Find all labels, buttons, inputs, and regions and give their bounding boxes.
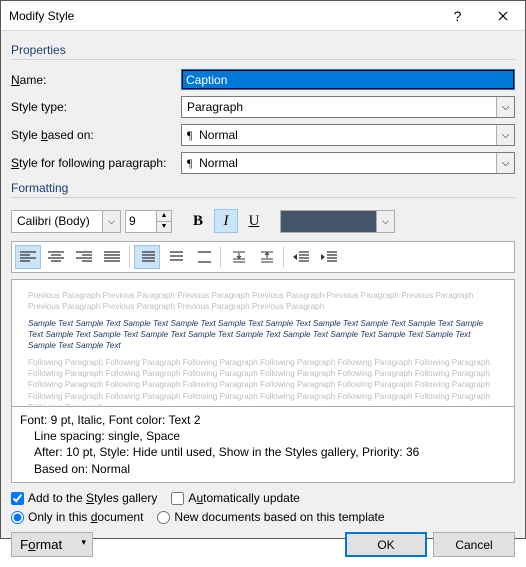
preview-sample: Sample Text Sample Text Sample Text Samp… — [28, 318, 498, 351]
paragraph-toolbar — [11, 241, 515, 273]
window-title: Modify Style — [9, 9, 435, 23]
name-label: Name: — [11, 73, 181, 87]
space-before-inc-icon — [230, 250, 246, 264]
desc-line: After: 10 pt, Style: Hide until used, Sh… — [20, 444, 506, 460]
font-size-spinner[interactable]: ▲▼ — [156, 210, 172, 233]
auto-update-checkbox[interactable]: Automatically update — [171, 491, 299, 505]
align-justify-icon — [104, 251, 120, 263]
desc-line: Line spacing: single, Space — [20, 428, 506, 444]
following-value: ¶ Normal — [182, 156, 496, 171]
name-input[interactable] — [181, 69, 515, 90]
new-template-input[interactable] — [157, 511, 170, 524]
cancel-button[interactable]: Cancel — [433, 532, 515, 557]
separator — [129, 246, 130, 268]
increase-indent-button[interactable] — [316, 245, 342, 269]
close-button[interactable] — [480, 1, 525, 31]
spin-down-icon[interactable]: ▼ — [157, 222, 171, 232]
modify-style-dialog: Modify Style ? Properties Name: Style ty… — [0, 0, 526, 539]
font-family-value: Calibri (Body) — [12, 214, 102, 228]
spacing-single-icon — [139, 250, 155, 264]
spacing-double-button[interactable] — [190, 245, 216, 269]
ok-button[interactable]: OK — [345, 532, 427, 557]
decrease-indent-icon — [293, 251, 309, 263]
auto-update-input[interactable] — [171, 492, 184, 505]
style-type-value: Paragraph — [182, 100, 496, 114]
spacing-double-icon — [195, 250, 211, 264]
align-left-button[interactable] — [15, 245, 41, 269]
properties-header: Properties — [11, 43, 515, 57]
align-center-button[interactable] — [43, 245, 69, 269]
chevron-down-icon[interactable]: ⌵ — [496, 125, 514, 145]
titlebar: Modify Style ? — [1, 1, 525, 31]
space-before-inc-button[interactable] — [225, 245, 251, 269]
chevron-down-icon[interactable]: ⌵ — [377, 210, 395, 233]
align-justify-button[interactable] — [99, 245, 125, 269]
align-right-icon — [76, 251, 92, 263]
space-before-dec-button[interactable] — [253, 245, 279, 269]
style-description: Font: 9 pt, Italic, Font color: Text 2 L… — [11, 407, 515, 483]
align-right-button[interactable] — [71, 245, 97, 269]
following-combo[interactable]: ¶ Normal ⌵ — [181, 152, 515, 174]
underline-button[interactable]: U — [242, 209, 266, 233]
bold-button[interactable]: B — [186, 209, 210, 233]
font-size-combo[interactable]: 9 — [125, 210, 157, 233]
decrease-indent-button[interactable] — [288, 245, 314, 269]
increase-indent-icon — [321, 251, 337, 263]
following-label: Style for following paragraph: — [11, 156, 181, 170]
spin-up-icon[interactable]: ▲ — [157, 211, 171, 222]
font-size-value: 9 — [126, 214, 156, 228]
style-type-label: Style type: — [11, 100, 181, 114]
only-document-input[interactable] — [11, 511, 24, 524]
font-color-combo[interactable]: ⌵ — [280, 210, 395, 233]
based-on-label: Style based on: — [11, 128, 181, 142]
close-icon — [498, 11, 508, 21]
spacing-onehalf-button[interactable] — [162, 245, 188, 269]
chevron-down-icon[interactable]: ⌵ — [496, 97, 514, 117]
help-button[interactable]: ? — [435, 1, 480, 31]
spacing-onehalf-icon — [167, 250, 183, 264]
chevron-down-icon[interactable]: ⌵ — [102, 211, 120, 232]
preview-following: Following Paragraph Following Paragraph … — [28, 357, 498, 407]
only-document-radio[interactable]: Only in this document — [11, 510, 143, 524]
desc-line: Based on: Normal — [20, 461, 506, 477]
divider — [11, 197, 515, 198]
formatting-header: Formatting — [11, 181, 515, 195]
desc-line: Font: 9 pt, Italic, Font color: Text 2 — [20, 412, 506, 428]
preview-previous: Previous Paragraph Previous Paragraph Pr… — [28, 290, 498, 312]
font-family-combo[interactable]: Calibri (Body) ⌵ — [11, 210, 121, 233]
style-type-combo[interactable]: Paragraph ⌵ — [181, 96, 515, 118]
space-before-dec-icon — [258, 250, 274, 264]
add-to-gallery-input[interactable] — [11, 492, 24, 505]
spacing-single-button[interactable] — [134, 245, 160, 269]
chevron-down-icon[interactable]: ⌵ — [496, 153, 514, 173]
separator — [220, 246, 221, 268]
font-color-swatch — [280, 210, 377, 233]
italic-button[interactable]: I — [214, 209, 238, 233]
align-center-icon — [48, 251, 64, 263]
style-preview: Previous Paragraph Previous Paragraph Pr… — [11, 279, 515, 407]
format-button[interactable]: Format — [11, 532, 93, 557]
divider — [11, 59, 515, 60]
separator — [283, 246, 284, 268]
align-left-icon — [20, 251, 36, 263]
based-on-combo[interactable]: ¶ Normal ⌵ — [181, 124, 515, 146]
new-template-radio[interactable]: New documents based on this template — [157, 510, 384, 524]
based-on-value: ¶ Normal — [182, 128, 496, 143]
add-to-gallery-checkbox[interactable]: Add to the Styles gallery — [11, 491, 157, 505]
